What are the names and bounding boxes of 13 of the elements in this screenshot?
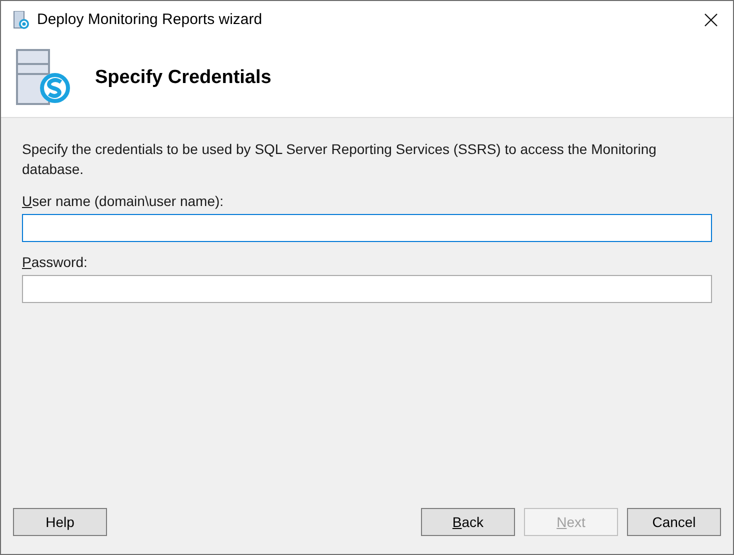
page-heading: Specify Credentials <box>95 66 272 90</box>
wizard-button[interactable]: Help <box>13 508 107 536</box>
field-label: Password: <box>22 253 88 272</box>
server-icon <box>15 48 73 108</box>
input-field[interactable] <box>22 214 712 242</box>
description-text: Specify the credentials to be used by SQL Server Reporting Services (SSRS) to access the Monitoring database. <box>22 140 658 179</box>
input-field[interactable] <box>22 275 712 303</box>
field-label: User name (domain\user name): <box>22 192 224 211</box>
wizard-button[interactable]: Back <box>421 508 515 536</box>
close-icon[interactable] <box>704 13 718 27</box>
app-icon <box>13 11 29 29</box>
wizard-button[interactable]: Cancel <box>627 508 721 536</box>
window-title: Deploy Monitoring Reports wizard <box>37 10 262 30</box>
